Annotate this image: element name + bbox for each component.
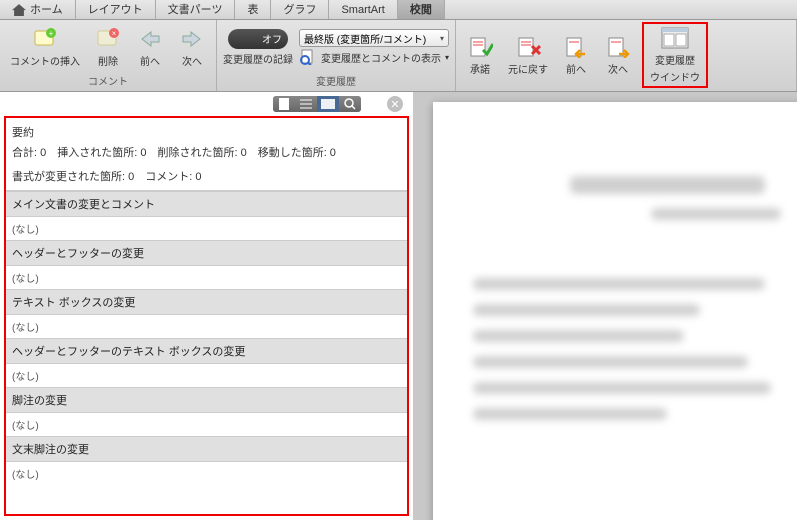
section-none: (なし) — [6, 462, 407, 485]
summary-line-1: 合計: 0 挿入された箇所: 0 削除された箇所: 0 移動した箇所: 0 — [12, 140, 401, 164]
pane-toolbar: ✕ — [0, 92, 413, 116]
summary-line-2: 書式が変更された箇所: 0 コメント: 0 — [12, 164, 401, 188]
track-changes-label: 変更履歴の記録 — [223, 51, 293, 66]
pane-view-doc[interactable] — [273, 96, 295, 112]
tab-home[interactable]: ホーム — [0, 0, 76, 19]
blurred-text — [473, 278, 765, 290]
insert-comment-button[interactable]: + コメントの挿入 — [6, 25, 84, 70]
comment-delete-icon: × — [96, 27, 120, 51]
blurred-text — [570, 176, 764, 194]
section-header: ヘッダーとフッターの変更 — [6, 240, 407, 266]
prev-comment-button[interactable]: 前へ — [132, 25, 168, 70]
blurred-text — [473, 382, 771, 394]
section-header: メイン文書の変更とコメント — [6, 191, 407, 217]
main-tabs: ホーム レイアウト 文書パーツ 表 グラフ SmartArt 校閲 — [0, 0, 797, 20]
page-icon — [279, 98, 289, 110]
section-header: ヘッダーとフッターのテキスト ボックスの変更 — [6, 338, 407, 364]
tab-chart[interactable]: グラフ — [271, 0, 329, 19]
section-none: (なし) — [6, 364, 407, 387]
group-changes: 承諾 元に戻す 前へ 次へ 変更履歴 ウインドウ 変更箇所 — [456, 20, 797, 91]
next-comment-button[interactable]: 次へ — [174, 25, 210, 70]
section-hf: ヘッダーとフッターの変更 (なし) — [6, 240, 407, 289]
next-change-button[interactable]: 次へ — [600, 33, 636, 78]
detail-icon — [321, 99, 335, 109]
display-mode-dropdown[interactable]: 最終版 (変更箇所/コメント)▾ — [299, 29, 449, 47]
pane-view-detail[interactable] — [317, 96, 339, 112]
pane-icon — [661, 27, 689, 49]
reviewing-pane: ✕ 要約 合計: 0 挿入された箇所: 0 削除された箇所: 0 移動した箇所:… — [0, 92, 413, 520]
section-header: テキスト ボックスの変更 — [6, 289, 407, 315]
show-markup-button[interactable]: 変更履歴とコメントの表示 ▾ — [299, 49, 449, 65]
doc-arrow-right-icon — [605, 36, 631, 58]
blurred-text — [651, 208, 781, 220]
magnifier-doc-icon — [299, 49, 317, 65]
section-none: (なし) — [6, 315, 407, 338]
comment-add-icon: + — [33, 27, 57, 51]
summary-box: 要約 合計: 0 挿入された箇所: 0 削除された箇所: 0 移動した箇所: 0… — [4, 116, 409, 516]
delete-comment-button[interactable]: × 削除 — [90, 25, 126, 70]
summary-title: 要約 — [12, 124, 401, 140]
track-changes-toggle[interactable]: オフ — [228, 29, 288, 49]
arrow-left-icon — [137, 29, 163, 49]
group-comments: + コメントの挿入 × 削除 前へ 次へ コメント — [0, 20, 217, 91]
section-footnote: 脚注の変更 (なし) — [6, 387, 407, 436]
tab-review[interactable]: 校閲 — [398, 0, 445, 19]
group-label-comments: コメント — [0, 72, 216, 89]
blurred-text — [473, 408, 667, 420]
section-hf-textbox: ヘッダーとフッターのテキスト ボックスの変更 (なし) — [6, 338, 407, 387]
prev-change-button[interactable]: 前へ — [558, 33, 594, 78]
search-icon — [344, 98, 356, 110]
reject-button[interactable]: 元に戻す — [504, 33, 552, 78]
tab-parts[interactable]: 文書パーツ — [156, 0, 236, 19]
pane-view-segments — [273, 96, 361, 112]
section-header: 脚注の変更 — [6, 387, 407, 413]
chevron-down-icon: ▾ — [440, 34, 444, 43]
section-endnote: 文末脚注の変更 (なし) — [6, 436, 407, 485]
doc-check-icon — [467, 36, 493, 58]
blurred-text — [473, 356, 748, 368]
reviewing-pane-button[interactable]: 変更履歴 ウインドウ — [642, 22, 708, 88]
tab-smartart[interactable]: SmartArt — [329, 0, 397, 19]
content-area: ✕ 要約 合計: 0 挿入された箇所: 0 削除された箇所: 0 移動した箇所:… — [0, 92, 797, 520]
section-textbox: テキスト ボックスの変更 (なし) — [6, 289, 407, 338]
svg-text:×: × — [112, 29, 117, 38]
pane-search[interactable] — [339, 96, 361, 112]
document-area[interactable] — [413, 92, 797, 520]
svg-text:+: + — [49, 29, 54, 38]
document-page — [433, 102, 797, 520]
ribbon: + コメントの挿入 × 削除 前へ 次へ コメント — [0, 20, 797, 92]
section-main: メイン文書の変更とコメント (なし) — [6, 191, 407, 240]
accept-button[interactable]: 承諾 — [462, 33, 498, 78]
group-tracking: オフ 変更履歴の記録 最終版 (変更箇所/コメント)▾ 変更履歴とコメントの表示… — [217, 20, 456, 91]
section-none: (なし) — [6, 413, 407, 436]
home-icon — [12, 4, 26, 16]
blurred-text — [473, 330, 684, 342]
doc-arrow-left-icon — [563, 36, 589, 58]
summary-header: 要約 合計: 0 挿入された箇所: 0 削除された箇所: 0 移動した箇所: 0… — [6, 118, 407, 191]
section-none: (なし) — [6, 217, 407, 240]
arrow-right-icon — [179, 29, 205, 49]
chevron-down-icon: ▾ — [445, 53, 449, 62]
section-none: (なし) — [6, 266, 407, 289]
section-header: 文末脚注の変更 — [6, 436, 407, 462]
pane-close-button[interactable]: ✕ — [387, 96, 403, 112]
blurred-text — [473, 304, 700, 316]
pane-view-list[interactable] — [295, 96, 317, 112]
list-icon — [300, 99, 312, 109]
tab-table[interactable]: 表 — [235, 0, 271, 19]
group-label-tracking: 変更履歴 — [217, 72, 455, 89]
doc-x-icon — [515, 36, 541, 58]
tab-layout[interactable]: レイアウト — [76, 0, 156, 19]
